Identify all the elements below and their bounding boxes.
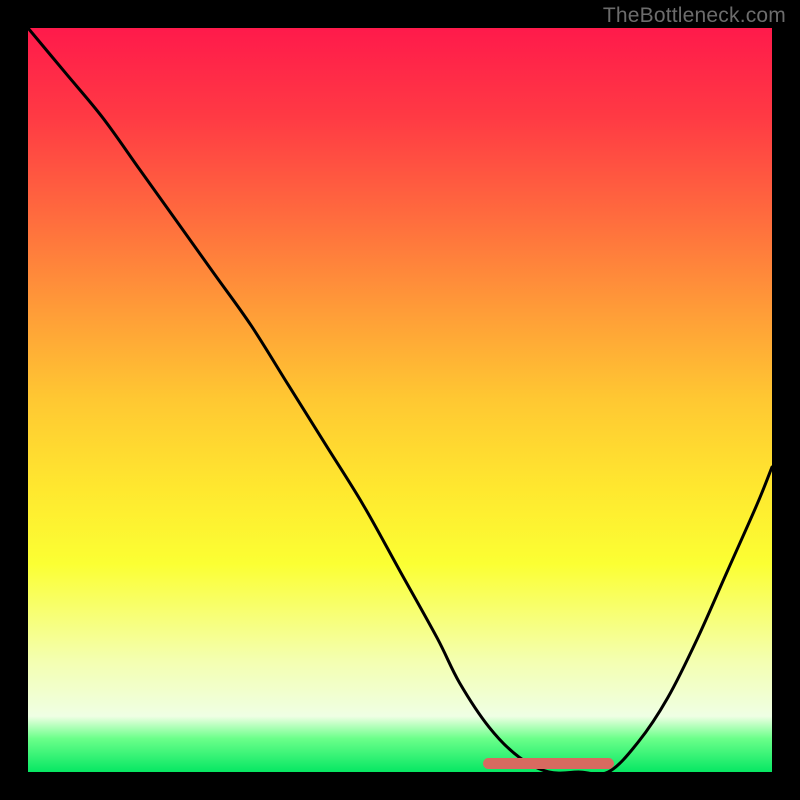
bottleneck-curve	[28, 28, 772, 772]
chart-stage: TheBottleneck.com	[0, 0, 800, 800]
watermark-text: TheBottleneck.com	[603, 4, 786, 28]
curve-svg	[28, 28, 772, 772]
plot-area	[28, 28, 772, 772]
flat-region-marker	[483, 758, 614, 769]
